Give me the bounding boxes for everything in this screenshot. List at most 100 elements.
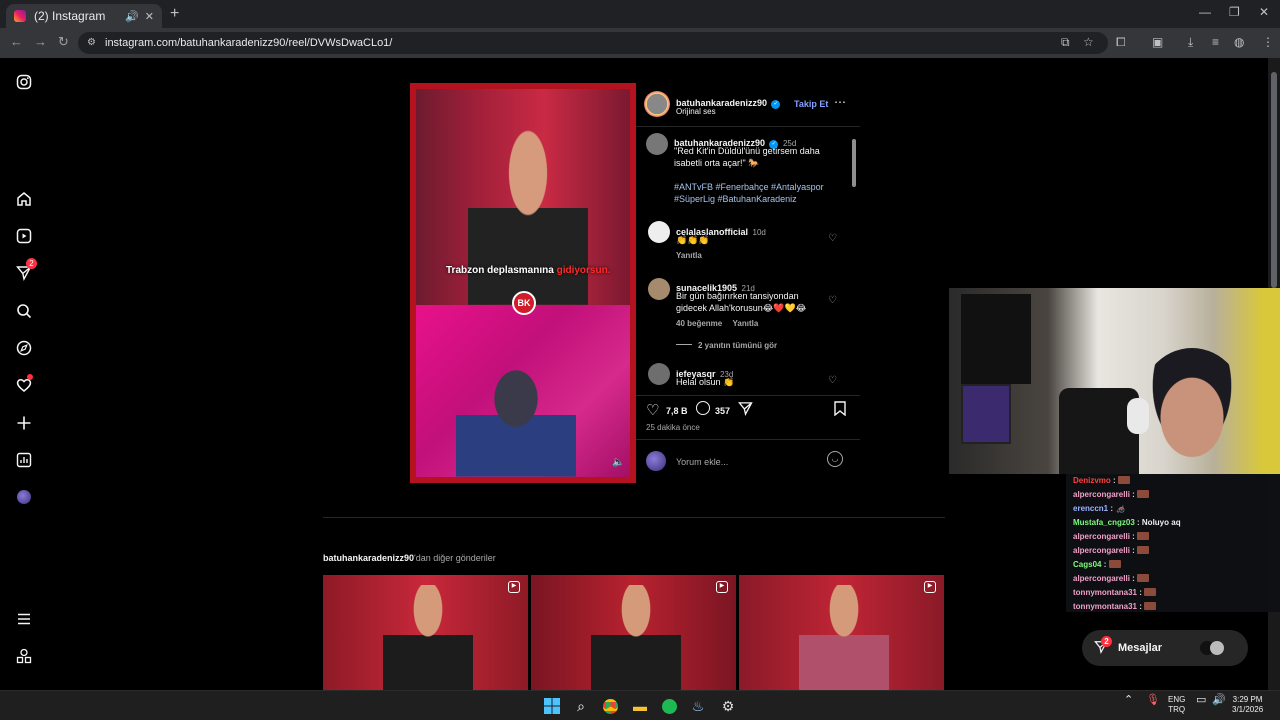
post-time: 25 dakika önce: [646, 423, 700, 432]
comment-likes[interactable]: 40 beğenme: [676, 319, 722, 328]
tray-overflow-icon[interactable]: ⌃: [1124, 695, 1133, 706]
view-replies-link[interactable]: 2 yanıtın tümünü gör: [676, 341, 777, 350]
comment-like-icon[interactable]: ♡: [828, 375, 837, 386]
profile-avatar[interactable]: ◍: [1234, 35, 1244, 49]
direct-messages-icon[interactable]: 2: [14, 258, 37, 283]
reply-button[interactable]: Yanıtla: [732, 319, 758, 328]
like-count[interactable]: 7,8 B: [666, 406, 688, 416]
video-bottom-frame: [416, 305, 630, 477]
caption-author-avatar[interactable]: [646, 133, 668, 155]
chat-username: Cags04: [1073, 560, 1102, 569]
post-thumbnail[interactable]: ▶: [531, 575, 736, 690]
site-info-icon[interactable]: ⚙: [87, 32, 96, 54]
minimize-button[interactable]: —: [1199, 5, 1211, 19]
home-icon[interactable]: [14, 189, 34, 209]
chat-emote: [1108, 560, 1121, 568]
messages-button[interactable]: 2 Mesajlar: [1082, 630, 1248, 666]
comments-scrollbar[interactable]: [850, 127, 858, 395]
mute-icon[interactable]: 🔈: [612, 457, 624, 468]
reel-icon: ▶: [508, 581, 520, 593]
file-explorer-icon[interactable]: ▬: [630, 696, 650, 716]
volume-icon[interactable]: 🔊: [1212, 695, 1226, 706]
media-icon[interactable]: ≡: [1212, 35, 1219, 49]
chat-username: erenccn1: [1073, 504, 1109, 513]
language-indicator[interactable]: ENG TRQ: [1168, 695, 1185, 715]
extensions-icon[interactable]: ⧠: [1116, 35, 1126, 50]
wall-poster: [961, 294, 1031, 384]
save-bookmark-icon[interactable]: [834, 401, 846, 421]
share-icon[interactable]: [738, 401, 753, 421]
comment-input[interactable]: Yorum ekle...: [676, 457, 728, 467]
chat-message: Denizvmo :: [1073, 476, 1130, 485]
audio-label[interactable]: Orijinal ses: [676, 107, 716, 116]
tab-instagram[interactable]: (2) Instagram 🔊 ✕: [6, 4, 162, 28]
microphone-icon[interactable]: 🎙: [1146, 695, 1160, 706]
steam-icon[interactable]: ♨: [688, 696, 708, 716]
search-icon[interactable]: [14, 301, 34, 321]
section-divider: [323, 517, 945, 518]
new-tab-button[interactable]: +: [170, 5, 179, 23]
windows-start-icon[interactable]: [542, 696, 562, 716]
bookmark-star-icon[interactable]: ☆: [1083, 35, 1094, 49]
like-icon[interactable]: ♡: [646, 401, 659, 419]
close-window-button[interactable]: ✕: [1259, 5, 1269, 19]
chat-message: alpercongarelli :: [1073, 532, 1150, 541]
dashboard-icon[interactable]: [14, 450, 34, 470]
install-app-icon[interactable]: ⧉: [1061, 35, 1070, 50]
follow-button[interactable]: Takip Et: [794, 99, 828, 109]
explore-icon[interactable]: [14, 338, 34, 358]
chat-emote: [1137, 574, 1150, 582]
author-avatar[interactable]: [644, 91, 670, 117]
caption-hashtags-line1[interactable]: #ANTvFB #Fenerbahçe #Antalyaspor: [674, 181, 824, 193]
spotify-icon[interactable]: [659, 696, 679, 716]
reload-button[interactable]: ↻: [58, 34, 69, 50]
back-button[interactable]: ←: [10, 34, 23, 49]
streamer: [1137, 348, 1247, 474]
notifications-heart-icon[interactable]: [14, 374, 34, 395]
speaker-icon[interactable]: 🔊: [125, 10, 139, 23]
comment-like-icon[interactable]: ♡: [828, 233, 837, 244]
reply-button[interactable]: Yanıtla: [676, 251, 702, 260]
profile-avatar[interactable]: [14, 487, 34, 507]
reels-icon[interactable]: [14, 226, 34, 246]
video-person-bench: [456, 365, 576, 477]
address-bar[interactable]: ⚙ instagram.com/batuhankaradenizz90/reel…: [78, 32, 1108, 54]
chrome-icon[interactable]: [600, 696, 620, 716]
search-icon[interactable]: ⌕: [571, 696, 591, 716]
commenter-avatar[interactable]: [648, 221, 670, 243]
tab-title: (2) Instagram: [34, 9, 106, 23]
network-icon[interactable]: ▭: [1196, 695, 1206, 706]
wall-frame: [961, 384, 1011, 444]
instagram-logo-icon[interactable]: [14, 72, 34, 92]
commenter-avatar[interactable]: [648, 363, 670, 385]
video-top-frame: Trabzon deplasmanına gidiyorsun.: [416, 89, 630, 305]
clock[interactable]: 3:29 PM 3/1/2026: [1232, 695, 1263, 715]
post-thumbnail[interactable]: ▶: [739, 575, 944, 690]
comment-icon[interactable]: [696, 401, 710, 415]
create-icon[interactable]: [14, 413, 34, 433]
post-thumbnail[interactable]: ▶: [323, 575, 528, 690]
message-avatar: [1210, 641, 1225, 655]
download-icon[interactable]: ⤓: [1188, 35, 1193, 50]
chat-message: Mustafa_cngz03 : Noluyo aq: [1073, 518, 1181, 527]
reel-video[interactable]: Trabzon deplasmanına gidiyorsun. BK 🔈: [410, 83, 636, 483]
chat-message: tonnymontana31 :: [1073, 602, 1157, 611]
comment-like-icon[interactable]: ♡: [828, 295, 837, 306]
chat-username: tonnymontana31: [1073, 588, 1138, 597]
also-from-meta-icon[interactable]: [14, 646, 34, 666]
caption-hashtags-line2[interactable]: #SüperLig #BatuhanKaradeniz: [674, 193, 824, 205]
messages-label: Mesajlar: [1118, 642, 1163, 654]
more-menu-icon[interactable]: [14, 609, 34, 629]
forward-button[interactable]: →: [34, 34, 47, 49]
more-posts-author[interactable]: batuhankaradenizz90: [323, 553, 414, 563]
close-tab-icon[interactable]: ✕: [145, 10, 154, 23]
commenter-avatar[interactable]: [648, 278, 670, 300]
restore-button[interactable]: ❐: [1229, 5, 1240, 19]
chat-message: alpercongarelli :: [1073, 546, 1150, 555]
side-panel-icon[interactable]: ▣: [1152, 35, 1163, 49]
header-divider: [636, 126, 860, 127]
more-options-icon[interactable]: ⋯: [834, 95, 846, 109]
settings-icon[interactable]: ⚙: [718, 696, 738, 716]
emoji-icon[interactable]: ◡: [827, 451, 843, 467]
menu-icon[interactable]: ⋮: [1262, 35, 1274, 49]
